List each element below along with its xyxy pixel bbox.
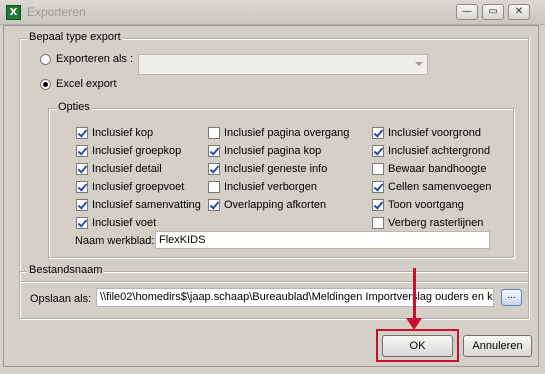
option-checkbox[interactable] [372, 145, 384, 157]
option-checkbox-row[interactable]: Verberg rasterlijnen [372, 217, 483, 229]
option-checkbox[interactable] [208, 127, 220, 139]
option-checkbox-row[interactable]: Inclusief voorgrond [372, 127, 481, 139]
option-checkbox[interactable] [76, 163, 88, 175]
option-checkbox-label: Overlapping afkorten [224, 199, 327, 211]
option-checkbox-label: Inclusief verborgen [224, 181, 317, 193]
option-checkbox[interactable] [208, 163, 220, 175]
option-checkbox[interactable] [372, 127, 384, 139]
option-checkbox-row[interactable]: Inclusief groepvoet [76, 181, 184, 193]
option-checkbox[interactable] [372, 163, 384, 175]
opslaan-als-input[interactable]: \\file02\homedirs$\jaap.schaap\Bureaubla… [96, 288, 494, 307]
option-checkbox-label: Inclusief groepvoet [92, 181, 185, 193]
option-checkbox-label: Inclusief groepkop [92, 145, 182, 157]
option-checkbox[interactable] [76, 199, 88, 211]
excel-app-icon: X [6, 5, 21, 20]
option-checkbox[interactable] [208, 145, 220, 157]
option-checkbox[interactable] [76, 145, 88, 157]
minimize-button[interactable]: — [456, 4, 478, 20]
excel-export-label: Excel export [56, 78, 117, 90]
option-checkbox-label: Inclusief pagina kop [224, 145, 322, 157]
option-checkbox-row[interactable]: Inclusief detail [76, 163, 162, 175]
options-group-label: Opties [56, 101, 92, 113]
option-checkbox-label: Inclusief detail [92, 163, 162, 175]
option-checkbox[interactable] [76, 181, 88, 193]
annuleren-button[interactable]: Annuleren [463, 335, 532, 357]
option-checkbox-label: Inclusief voet [92, 217, 157, 229]
option-checkbox-row[interactable]: Toon voortgang [372, 199, 464, 211]
option-checkbox-row[interactable]: Inclusief pagina kop [208, 145, 321, 157]
option-checkbox-row[interactable]: Inclusief groepkop [76, 145, 181, 157]
option-checkbox[interactable] [76, 127, 88, 139]
annotation-arrow-icon [406, 318, 422, 330]
export-type-group-label: Bepaal type export [27, 31, 123, 43]
annotation-arrow-line [413, 268, 416, 322]
exporteren-als-label: Exporteren als : [56, 53, 134, 65]
option-checkbox-label: Cellen samenvoegen [388, 181, 492, 193]
option-checkbox[interactable] [372, 217, 384, 229]
option-checkbox-row[interactable]: Inclusief voet [76, 217, 156, 229]
option-checkbox[interactable] [208, 199, 220, 211]
excel-export-option[interactable]: Excel export [40, 78, 117, 90]
option-checkbox-row[interactable]: Inclusief achtergrond [372, 145, 490, 157]
exporteren-als-option[interactable]: Exporteren als : [40, 53, 133, 65]
option-checkbox-row[interactable]: Cellen samenvoegen [372, 181, 491, 193]
export-dialog: X Exporteren — ▭ ✕ Bepaal type export Ex… [0, 0, 545, 374]
option-checkbox-label: Toon voortgang [388, 199, 464, 211]
option-checkbox-label: Inclusief achtergrond [388, 145, 491, 157]
option-checkbox-row[interactable]: Inclusief samenvatting [76, 199, 201, 211]
option-checkbox-label: Inclusief voorgrond [388, 127, 481, 139]
option-checkbox[interactable] [208, 181, 220, 193]
option-checkbox-row[interactable]: Inclusief verborgen [208, 181, 317, 193]
export-format-combo[interactable] [138, 54, 428, 75]
option-checkbox-label: Inclusief samenvatting [92, 199, 201, 211]
option-checkbox[interactable] [372, 181, 384, 193]
close-button[interactable]: ✕ [508, 4, 530, 20]
option-checkbox-label: Verberg rasterlijnen [388, 217, 484, 229]
window-title: Exporteren [27, 5, 86, 19]
browse-button[interactable]: ... [501, 289, 522, 306]
option-checkbox-row[interactable]: Inclusief geneste info [208, 163, 327, 175]
option-checkbox-label: Inclusief pagina overgang [224, 127, 350, 139]
option-checkbox-row[interactable]: Inclusief pagina overgang [208, 127, 349, 139]
annotation-highlight-box [376, 329, 459, 362]
option-checkbox-row[interactable]: Bewaar bandhoogte [372, 163, 486, 175]
naam-werkblad-label: Naam werkblad: [75, 235, 155, 247]
option-checkbox[interactable] [372, 199, 384, 211]
exporteren-als-radio[interactable] [40, 53, 51, 65]
chevron-down-icon[interactable] [415, 62, 423, 66]
maximize-button[interactable]: ▭ [482, 4, 504, 20]
title-bar[interactable]: X Exporteren — ▭ ✕ [0, 0, 545, 25]
option-checkbox-row[interactable]: Overlapping afkorten [208, 199, 326, 211]
excel-export-radio[interactable] [40, 78, 51, 90]
option-checkbox-row[interactable]: Inclusief kop [76, 127, 153, 139]
opslaan-als-label: Opslaan als: [30, 293, 92, 305]
option-checkbox-label: Bewaar bandhoogte [388, 163, 487, 175]
option-checkbox-label: Inclusief geneste info [224, 163, 328, 175]
naam-werkblad-input[interactable]: FlexKIDS [155, 231, 490, 249]
bestandsnaam-group-label: Bestandsnaam [27, 264, 105, 276]
option-checkbox[interactable] [76, 217, 88, 229]
option-checkbox-label: Inclusief kop [92, 127, 154, 139]
dialog-body: Bepaal type export Exporteren als : Exce… [3, 25, 539, 367]
